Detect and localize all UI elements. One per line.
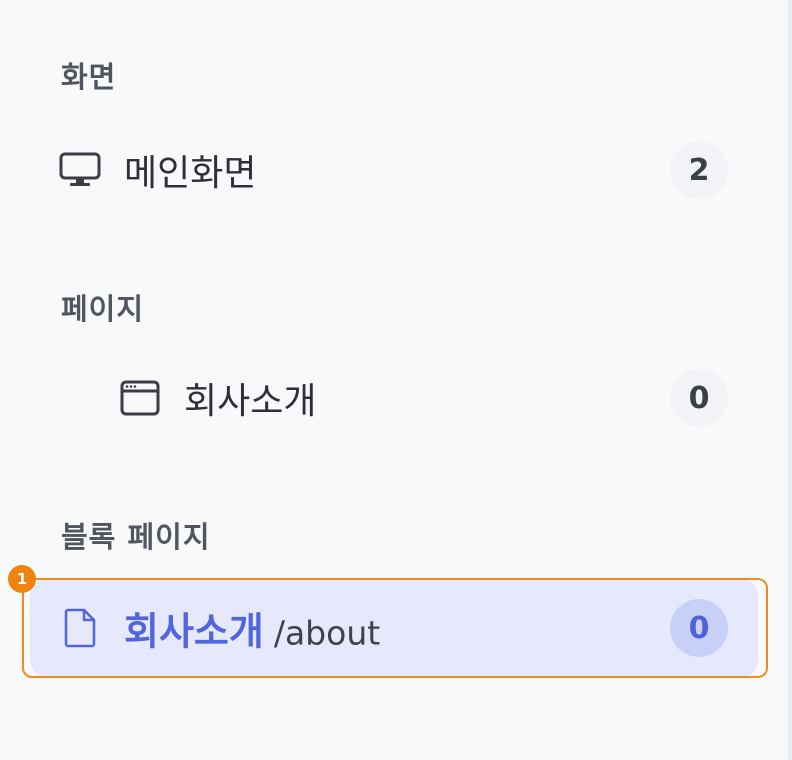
count-badge: 0 <box>670 599 728 657</box>
document-icon <box>64 608 96 648</box>
section-title-block-pages: 블록 페이지 <box>61 520 211 554</box>
sidebar-item-label: 회사소개/about <box>124 601 380 656</box>
section-title-screens: 화면 <box>61 60 117 94</box>
sidebar-border <box>788 0 792 760</box>
count-badge: 0 <box>670 369 728 427</box>
browser-window-icon <box>120 380 160 416</box>
page-name: 회사소개 <box>124 609 264 654</box>
page-path: /about <box>273 613 381 653</box>
count-badge: 2 <box>670 141 728 199</box>
sidebar-item-label: 회사소개 <box>184 381 317 422</box>
sidebar-item-label: 메인화면 <box>124 153 257 194</box>
section-title-pages: 페이지 <box>61 292 145 326</box>
sidebar-item-company-intro-page[interactable]: 회사소개 0 <box>30 348 758 448</box>
monitor-icon <box>59 152 101 188</box>
sidebar-item-about-block-page[interactable]: 회사소개/about 0 <box>30 578 758 678</box>
annotation-marker: 1 <box>8 565 36 593</box>
sidebar-item-main-screen[interactable]: 메인화면 2 <box>30 120 758 220</box>
